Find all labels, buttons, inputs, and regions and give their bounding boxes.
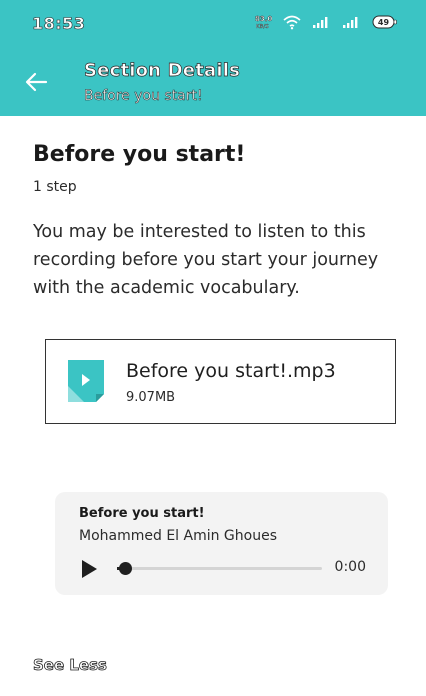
battery-level: 49 [378, 18, 390, 27]
see-less-link[interactable]: See Less [33, 656, 108, 675]
step-count: 1 step [33, 179, 77, 195]
page-subtitle: Before you start! [84, 88, 203, 105]
audio-artist: Mohammed El Amin Ghoues [79, 528, 278, 544]
audio-player: Before you start! Mohammed El Amin Ghoue… [55, 492, 388, 595]
svg-text:83.0: 83.0 [255, 15, 272, 23]
signal-icon [313, 17, 328, 28]
section-title: Before you start! [33, 142, 246, 167]
app-header: 18:53 83.0 KB/S 49 Section Details Befor… [0, 0, 426, 116]
file-name: Before you start!.mp3 [126, 360, 336, 382]
play-icon[interactable] [79, 559, 99, 579]
page-title: Section Details [84, 60, 241, 82]
audio-file-icon [68, 360, 104, 402]
signal-icon [343, 17, 358, 28]
status-bar: 18:53 83.0 KB/S 49 [0, 0, 426, 52]
audio-seek-bar[interactable] [117, 561, 322, 575]
arrow-left-icon[interactable] [22, 68, 50, 96]
section-description: You may be interested to listen to this … [33, 222, 379, 298]
status-icons: 83.0 KB/S 49 [254, 14, 398, 30]
audio-time: 0:00 [334, 559, 366, 575]
audio-seek-thumb[interactable] [118, 561, 132, 575]
file-attachment[interactable]: Before you start!.mp3 9.07MB [45, 339, 396, 424]
wifi-icon [283, 15, 301, 30]
audio-title: Before you start! [79, 506, 205, 521]
data-speed-icon: 83.0 KB/S [255, 15, 272, 30]
battery-icon: 49 [372, 15, 397, 29]
status-time: 18:53 [32, 14, 86, 34]
svg-text:KB/S: KB/S [256, 24, 269, 30]
file-size: 9.07MB [126, 390, 176, 405]
